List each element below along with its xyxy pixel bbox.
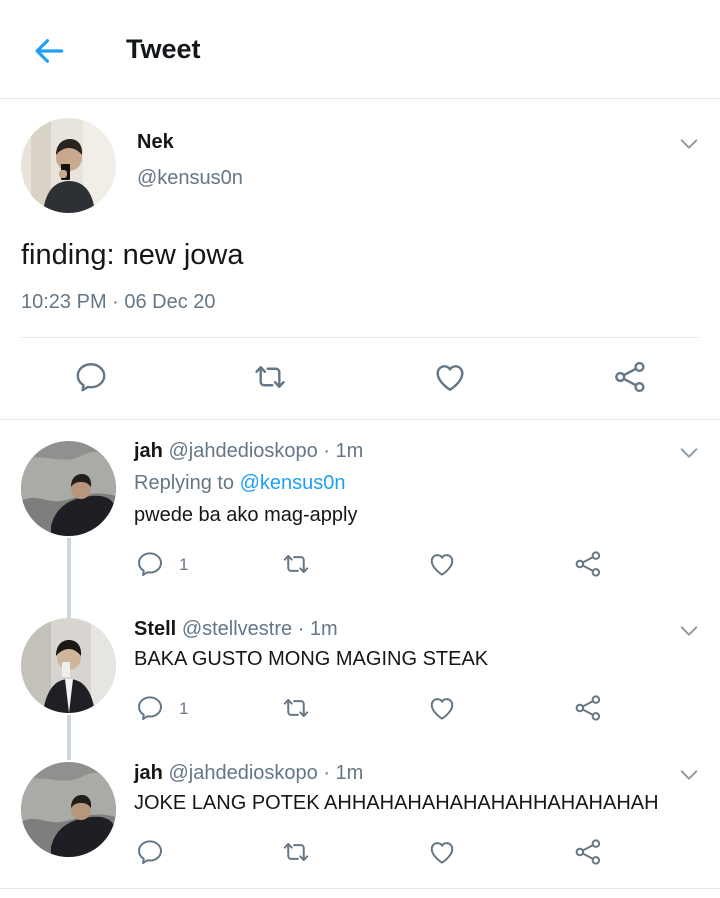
tweet-text: JOKE LANG POTEK AHHAHAHAHAHAHAHHAHAHAHAH [134, 792, 659, 814]
chevron-down-icon[interactable] [678, 442, 700, 464]
reply-tweet[interactable]: jah @jahdedioskopo · 1m Replying to @ken… [0, 420, 720, 620]
page-title: Tweet [126, 34, 201, 64]
share-icon[interactable] [612, 359, 648, 395]
share-icon[interactable] [573, 837, 605, 869]
share-icon[interactable] [573, 549, 605, 581]
reply-header: Stell @stellvestre · 1m [134, 618, 338, 641]
retweet-icon[interactable] [281, 549, 313, 581]
reply-button[interactable]: 1 [135, 549, 205, 581]
avatar[interactable] [21, 118, 116, 213]
avatar[interactable] [21, 441, 116, 536]
author-name[interactable]: jah [134, 762, 163, 784]
divider [21, 337, 699, 338]
back-arrow-icon[interactable] [30, 32, 68, 70]
main-tweet: Nek @kensus0n finding: new jowa 10:23 PM… [0, 99, 720, 420]
reply-tweet[interactable]: Stell @stellvestre · 1m BAKA GUSTO MONG … [0, 600, 720, 760]
tweet-text: finding: new jowa [21, 239, 244, 271]
author-handle[interactable]: @kensus0n [137, 167, 243, 190]
retweet-icon[interactable] [252, 359, 288, 395]
reply-button[interactable]: 1 [135, 693, 205, 725]
author-handle-time[interactable]: @jahdedioskopo · 1m [168, 440, 363, 462]
author-handle-time[interactable]: @stellvestre · 1m [182, 618, 338, 640]
author-name[interactable]: Stell [134, 618, 176, 640]
like-icon[interactable] [427, 549, 459, 581]
chevron-down-icon[interactable] [678, 764, 700, 786]
tweet-text: pwede ba ako mag-apply [134, 504, 358, 526]
like-icon[interactable] [427, 837, 459, 869]
like-icon[interactable] [432, 359, 468, 395]
like-icon[interactable] [427, 693, 459, 725]
reply-count: 1 [179, 699, 189, 718]
author-name[interactable]: Nek [137, 131, 174, 154]
mention-link[interactable]: @kensus0n [240, 472, 346, 494]
reply-icon [135, 549, 165, 579]
replying-prefix: Replying to [134, 472, 240, 494]
avatar[interactable] [21, 618, 116, 713]
reply-header: jah @jahdedioskopo · 1m [134, 762, 363, 785]
reply-header: jah @jahdedioskopo · 1m [134, 440, 363, 463]
reply-icon [135, 693, 165, 723]
retweet-icon[interactable] [281, 837, 313, 869]
tweet-timestamp[interactable]: 10:23 PM · 06 Dec 20 [21, 291, 216, 314]
chevron-down-icon[interactable] [678, 133, 700, 155]
reply-icon[interactable] [135, 837, 167, 869]
tweet-actions [0, 359, 720, 399]
share-icon[interactable] [573, 693, 605, 725]
author-name[interactable]: jah [134, 440, 163, 462]
reply-icon[interactable] [73, 359, 109, 395]
divider [0, 888, 720, 889]
chevron-down-icon[interactable] [678, 620, 700, 642]
tweet-text: BAKA GUSTO MONG MAGING STEAK [134, 648, 489, 670]
retweet-icon[interactable] [281, 693, 313, 725]
top-bar: Tweet [0, 0, 720, 99]
reply-tweet[interactable]: jah @jahdedioskopo · 1m JOKE LANG POTEK … [0, 744, 720, 888]
author-handle-time[interactable]: @jahdedioskopo · 1m [168, 762, 363, 784]
avatar[interactable] [21, 762, 116, 857]
replying-to: Replying to @kensus0n [134, 472, 346, 495]
reply-count: 1 [179, 555, 189, 574]
